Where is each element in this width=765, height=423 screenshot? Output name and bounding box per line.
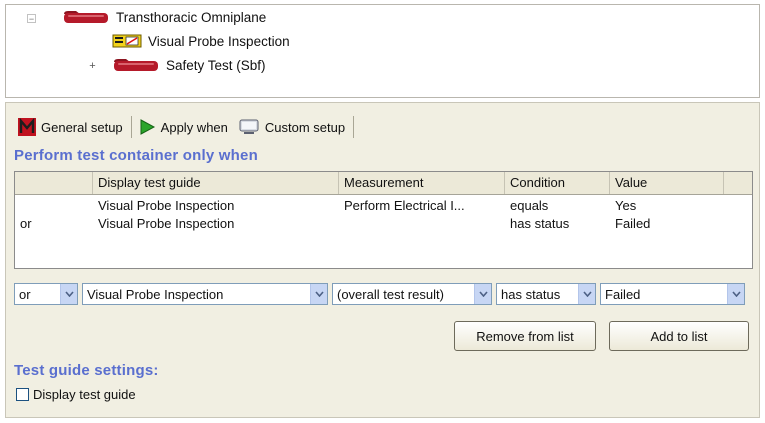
- operator-select[interactable]: or: [14, 283, 78, 305]
- tab-divider: [353, 116, 355, 138]
- column-header: [724, 172, 752, 194]
- chevron-down-icon[interactable]: [578, 284, 595, 304]
- tab-general-setup[interactable]: General setup: [14, 115, 129, 139]
- display-test-guide-checkbox[interactable]: [16, 388, 29, 401]
- probe-icon: [64, 11, 108, 23]
- tab-label: Custom setup: [264, 119, 346, 135]
- monitor-icon: [239, 119, 259, 134]
- guide-cell: Visual Probe Inspection: [98, 216, 235, 231]
- column-header[interactable]: [15, 172, 93, 194]
- tree-item-safety-test[interactable]: Safety Test (Sbf): [112, 57, 266, 73]
- remove-from-list-button[interactable]: Remove from list: [454, 321, 596, 351]
- test-guide-settings-title: Test guide settings:: [14, 362, 159, 379]
- guide-select[interactable]: Visual Probe Inspection: [82, 283, 328, 305]
- test-tree[interactable]: − Transthoracic Omniplane Visual Probe I…: [5, 4, 760, 98]
- operator-select-value: or: [19, 286, 31, 302]
- measurement-cell: Perform Electrical I...: [344, 198, 465, 213]
- chevron-down-icon[interactable]: [727, 284, 744, 304]
- column-header[interactable]: Condition: [505, 172, 610, 194]
- measurement-cell: [339, 215, 505, 233]
- expand-toggle[interactable]: +: [88, 61, 97, 72]
- display-test-guide-option[interactable]: Display test guide: [16, 387, 136, 402]
- column-header[interactable]: Display test guide: [93, 172, 339, 194]
- conditions-table: Display test guide Measurement Condition…: [14, 171, 753, 269]
- column-header[interactable]: Value: [610, 172, 724, 194]
- tab-label: General setup: [41, 119, 123, 135]
- tree-item-label: Transthoracic Omniplane: [116, 9, 267, 25]
- chevron-down-icon[interactable]: [60, 284, 77, 304]
- condition-editor: or Visual Probe Inspection (overall test…: [14, 283, 745, 305]
- tree-item-visual-probe-inspection[interactable]: Visual Probe Inspection: [112, 33, 290, 49]
- green-arrow-icon: [140, 119, 155, 135]
- tab-custom-setup[interactable]: Custom setup: [234, 115, 351, 139]
- operator-cell: or: [20, 216, 32, 231]
- table-header: Display test guide Measurement Condition…: [15, 172, 752, 195]
- probe-icon: [114, 59, 158, 71]
- add-to-list-button[interactable]: Add to list: [609, 321, 749, 351]
- tab-divider: [130, 116, 132, 138]
- tab-label: Apply when: [160, 119, 228, 135]
- collapse-toggle[interactable]: −: [27, 14, 36, 24]
- tree-item-label: Visual Probe Inspection: [148, 33, 290, 49]
- m-logo-icon: [18, 118, 36, 136]
- table-row[interactable]: or Visual Probe Inspection has status Fa…: [15, 215, 752, 233]
- tab-strip: General setup Apply when Custom setup: [14, 113, 356, 141]
- setup-panel: General setup Apply when Custom setup Pe…: [5, 102, 760, 418]
- checkbox-label: Display test guide: [33, 387, 136, 402]
- condition-select[interactable]: has status: [496, 283, 596, 305]
- table-row[interactable]: Visual Probe Inspection Perform Electric…: [15, 197, 752, 215]
- value-cell: Yes: [615, 198, 637, 213]
- value-select[interactable]: Failed: [600, 283, 745, 305]
- column-header[interactable]: Measurement: [339, 172, 505, 194]
- inspection-icon: [112, 34, 142, 48]
- measurement-select-value: (overall test result): [337, 286, 444, 302]
- tree-item-transthoracic-omniplane[interactable]: Transthoracic Omniplane: [62, 9, 266, 25]
- chevron-down-icon[interactable]: [310, 284, 327, 304]
- guide-cell: Visual Probe Inspection: [98, 198, 235, 213]
- value-select-value: Failed: [605, 286, 641, 302]
- chevron-down-icon[interactable]: [474, 284, 491, 304]
- tab-apply-when[interactable]: Apply when: [134, 115, 234, 139]
- value-cell: Failed: [615, 216, 651, 231]
- condition-cell: has status: [510, 216, 570, 231]
- section-title: Perform test container only when: [14, 147, 258, 164]
- tree-item-label: Safety Test (Sbf): [166, 57, 266, 73]
- operator-cell: [15, 197, 93, 215]
- condition-cell: equals: [510, 198, 549, 213]
- guide-select-value: Visual Probe Inspection: [87, 286, 224, 302]
- condition-select-value: has status: [501, 286, 561, 302]
- measurement-select[interactable]: (overall test result): [332, 283, 492, 305]
